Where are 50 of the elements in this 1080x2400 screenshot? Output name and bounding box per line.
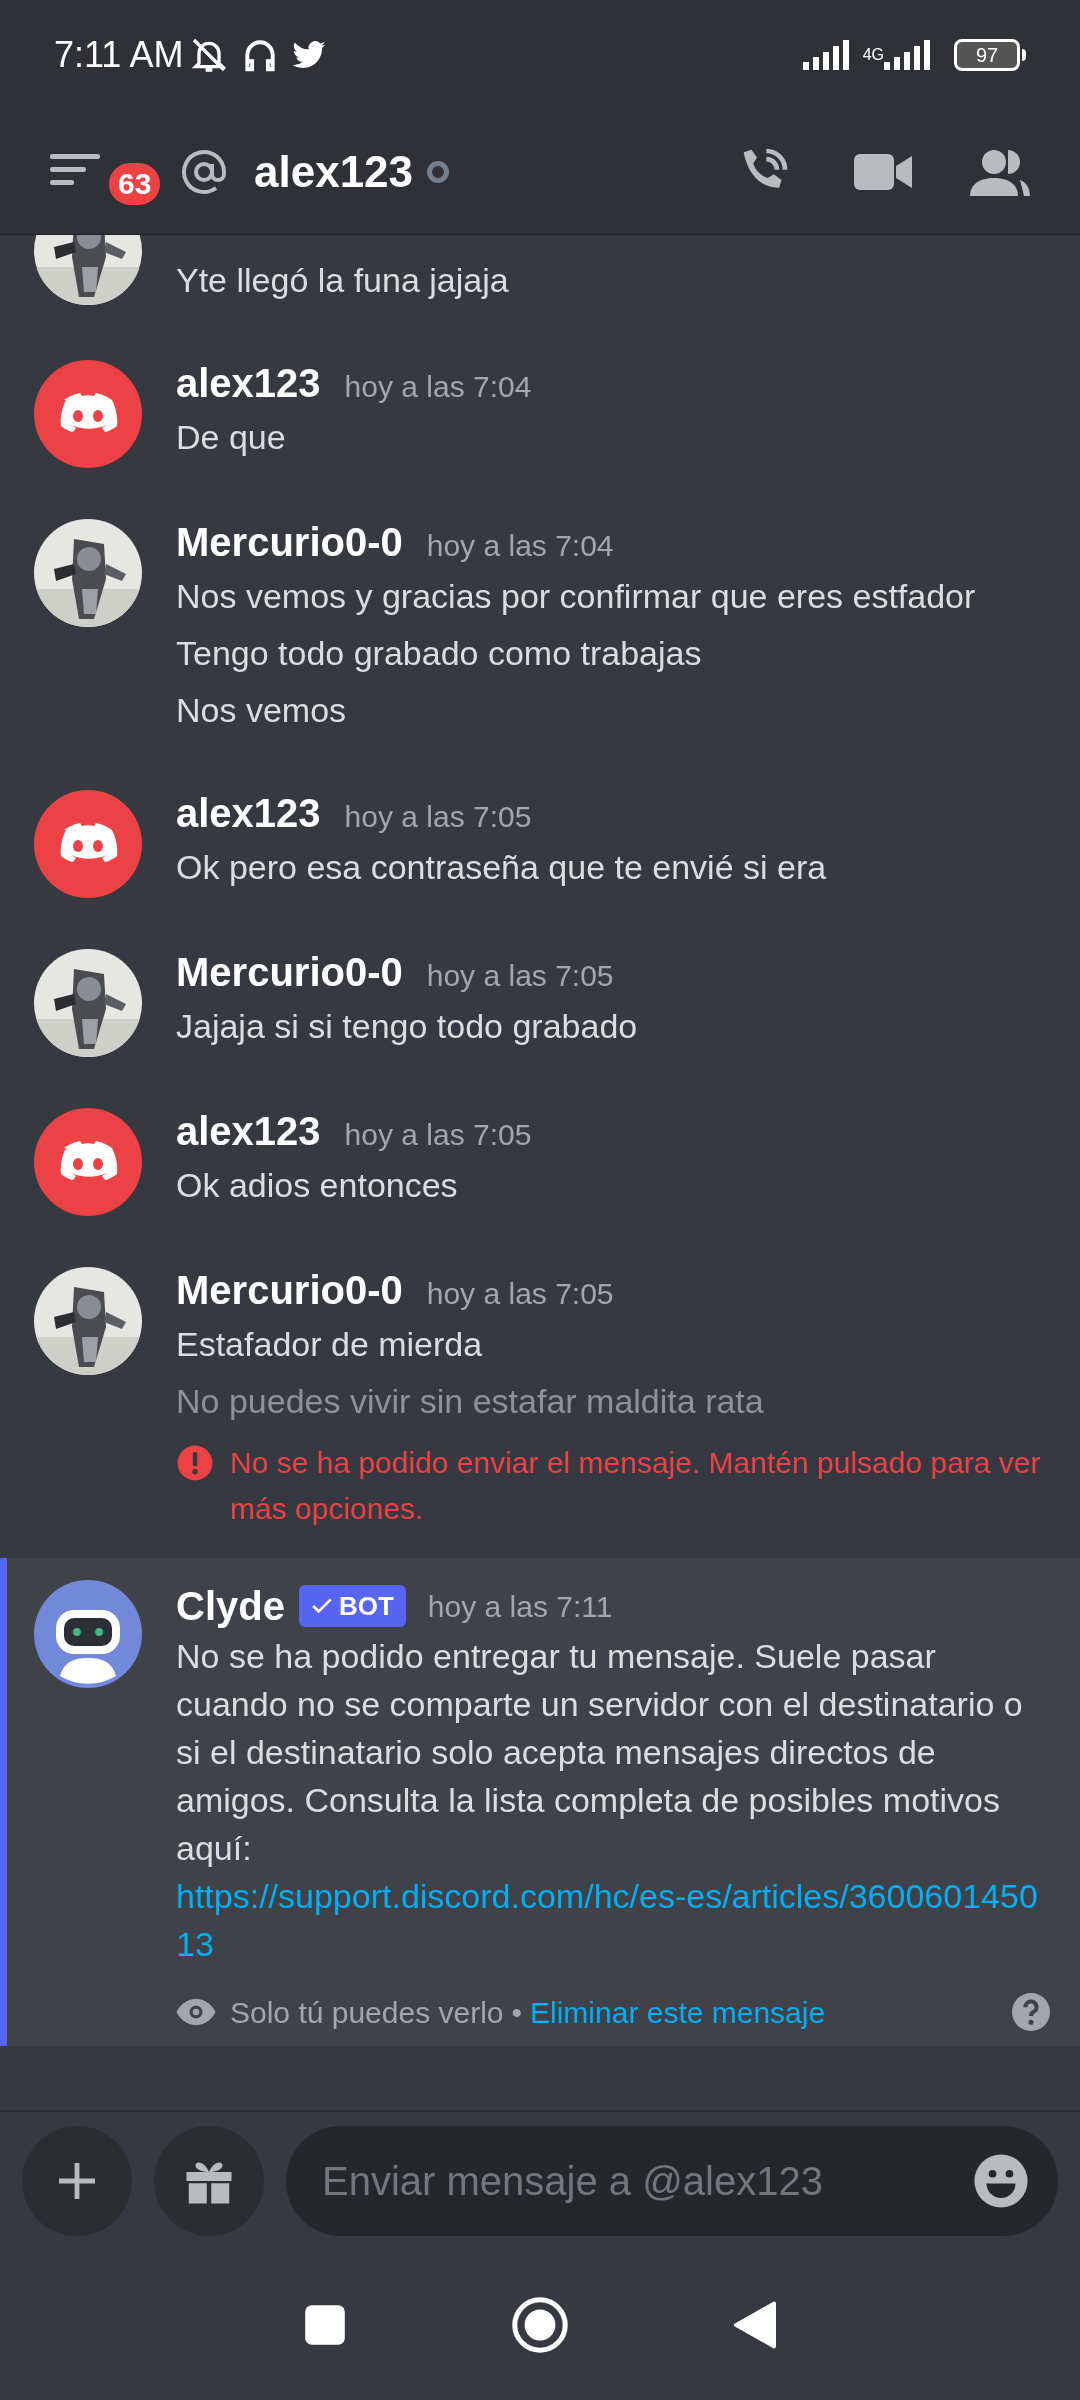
username[interactable]: alex123 bbox=[176, 787, 321, 839]
message-text: Yte llegó la funa jajaja bbox=[176, 260, 509, 301]
bot-tag: BOT bbox=[298, 1585, 406, 1627]
status-time: 7:11 AM bbox=[54, 33, 184, 77]
plus-icon bbox=[57, 2161, 97, 2201]
error-icon bbox=[176, 1444, 214, 1482]
at-sign-icon bbox=[180, 148, 228, 196]
channel-title: alex123 bbox=[254, 146, 414, 198]
message-text: Nos vemos bbox=[176, 690, 348, 731]
home-button[interactable] bbox=[512, 2297, 568, 2353]
members-icon[interactable] bbox=[970, 147, 1030, 197]
message-text: Ok pero esa contraseña que te envié si era bbox=[176, 847, 827, 888]
network-type: 4G bbox=[862, 47, 884, 63]
avatar-icon bbox=[34, 790, 142, 898]
avatar-icon bbox=[34, 1108, 142, 1216]
error-message: No se ha podido enviar el mensaje. Mantén pulsado para ver más opciones. bbox=[230, 1445, 1042, 1527]
timestamp: hoy a las 7:05 bbox=[426, 958, 614, 994]
message-text: De que bbox=[176, 417, 287, 458]
username[interactable]: Mercurio0-0 bbox=[176, 516, 403, 568]
battery-indicator: 97 bbox=[954, 39, 1020, 71]
timestamp: hoy a las 7:04 bbox=[344, 369, 532, 405]
timestamp: hoy a las 7:04 bbox=[426, 528, 614, 564]
message-text: Nos vemos y gracias por confirmar que eres estfador bbox=[176, 576, 976, 617]
timestamp: hoy a las 7:11 bbox=[427, 1588, 613, 1625]
avatar-icon bbox=[34, 360, 142, 468]
message-text: No se ha podido entregar tu mensaje. Suele pasar cuando no se comparte un servidor con el destinatario o si el destinatario solo acepta mensajes directos de amigos. Consulta la lista completa de posibles motivos aquí: bbox=[176, 1636, 1024, 1869]
delete-message-link[interactable]: Eliminar este mensaje bbox=[530, 1989, 826, 2035]
back-button[interactable] bbox=[733, 2301, 778, 2349]
username[interactable]: alex123 bbox=[176, 1105, 321, 1157]
recents-button[interactable] bbox=[302, 2303, 347, 2347]
username[interactable]: alex123 bbox=[176, 357, 321, 409]
eye-icon bbox=[176, 1999, 216, 2025]
message-text: Estafador de mierda bbox=[176, 1324, 484, 1365]
emoji-icon[interactable] bbox=[972, 2152, 1030, 2210]
message-text: Ok adios entonces bbox=[176, 1165, 459, 1206]
timestamp: hoy a las 7:05 bbox=[344, 1117, 532, 1153]
link[interactable]: https://support.discord.com/hc/es-es/articles/360060145013 bbox=[176, 1872, 1050, 1968]
username[interactable]: Clyde bbox=[176, 1576, 285, 1636]
username[interactable]: Mercurio0-0 bbox=[176, 1264, 403, 1316]
username[interactable]: Mercurio0-0 bbox=[176, 946, 403, 998]
message-input[interactable]: Enviar mensaje a @alex123 bbox=[286, 2126, 1058, 2236]
message-text: Jajaja si si tengo todo grabado bbox=[176, 1006, 638, 1047]
help-icon[interactable] bbox=[1012, 1993, 1050, 2031]
timestamp: hoy a las 7:05 bbox=[426, 1276, 614, 1312]
visibility-note: Solo tú puedes verlo bbox=[230, 1994, 504, 2031]
robot-avatar-icon bbox=[34, 1580, 142, 1688]
separator: • bbox=[511, 1994, 523, 2031]
message-text: Tengo todo grabado como trabajas bbox=[176, 633, 703, 674]
message-text: No puedes vivir sin estafar maldita rata bbox=[176, 1381, 765, 1422]
timestamp: hoy a las 7:05 bbox=[344, 799, 532, 835]
